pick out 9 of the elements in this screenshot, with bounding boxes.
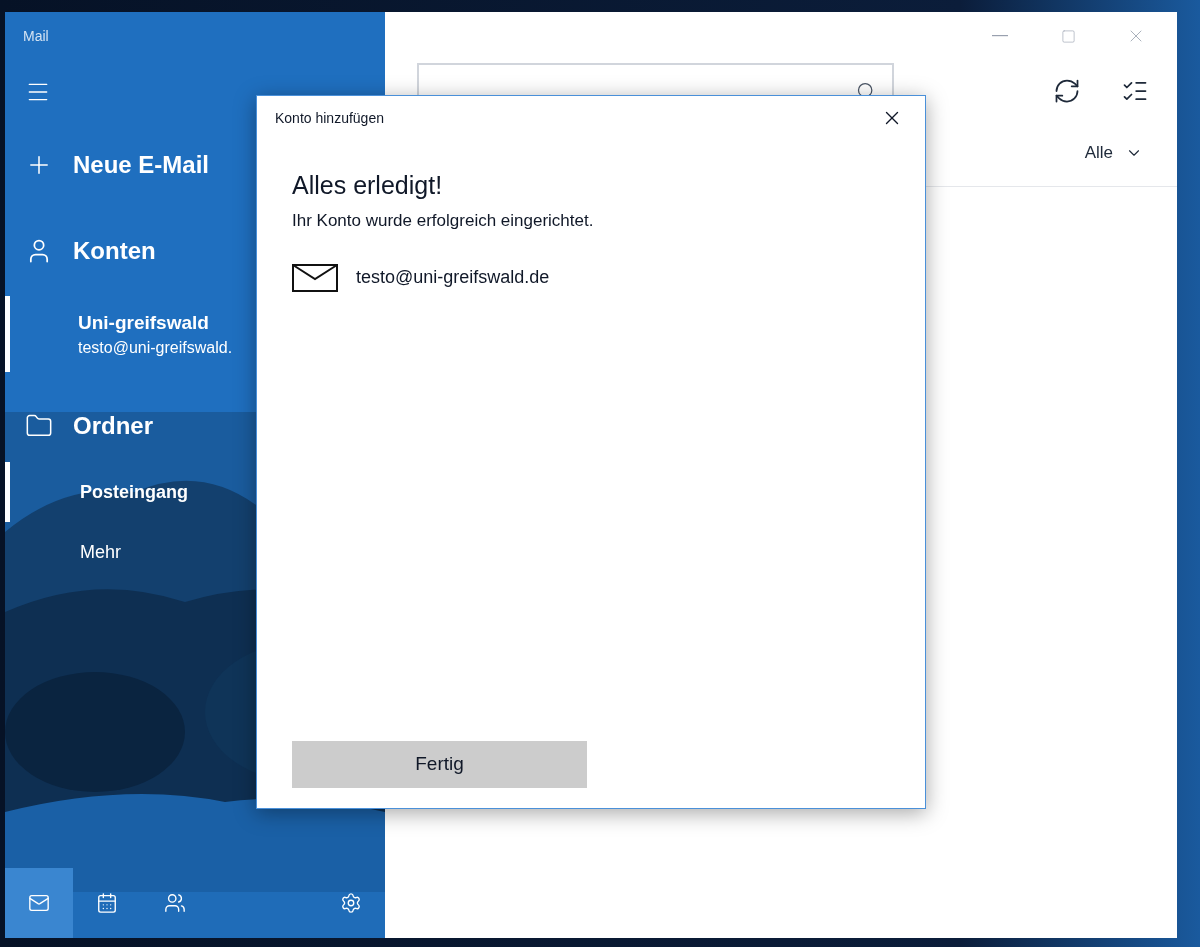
account-email: testo@uni-greifswald.de [356,266,550,289]
window-title: Mail [23,26,49,46]
dialog-message: Ihr Konto wurde erfolgreich eingerichtet. [292,210,595,232]
section-heading: Ordner [73,411,153,441]
account-name: Uni-greifswald [78,311,210,335]
dialog-heading: Alles erledigt! [292,170,444,201]
section-heading: Konten [73,236,156,266]
account-email: testo@uni-greifswald. [78,338,234,358]
dialog-title: Konto hinzufügen [275,108,384,128]
